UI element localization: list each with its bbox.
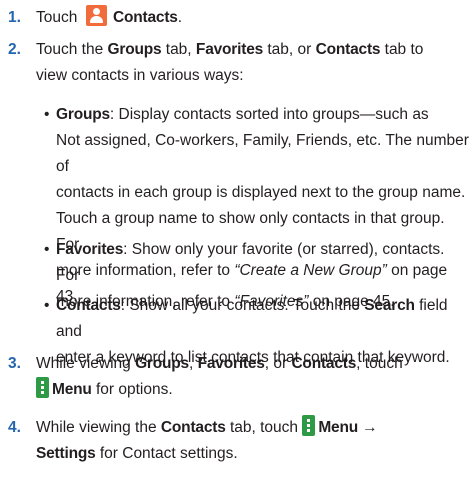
favorites-tab-label: Favorites [195,41,264,58]
bullet-term: Contacts [56,297,121,314]
settings-label: Settings [36,445,96,462]
bullet-dot: • [44,106,50,123]
menu-label: Menu [318,419,359,436]
bullet-dot: • [44,241,50,258]
step-number: 3. [8,355,21,372]
text-line: Settings for Contact settings. [36,445,238,462]
bullet-dot: • [44,297,50,314]
step-text: While viewing the Contacts tab, touch Me… [36,415,470,467]
text-line: While viewing Groups, Favorites, or Cont… [36,355,403,372]
text-line: Touch the Groups tab, Favorites tab, or … [36,41,424,58]
step-number: 1. [8,9,21,26]
instructions-page: 1. Touch Contacts. 2. Touch the Groups t… [0,0,474,480]
text-line: Menu for options. [36,377,470,403]
bullet-term: Groups [56,106,110,123]
step-number: 4. [8,419,21,436]
text-line: view contacts in various ways: [36,67,244,84]
contacts-label: Contacts [113,9,178,26]
menu-icon [302,415,316,436]
contacts-tab-label: Contacts [315,41,381,58]
text-line: Not assigned, Co-workers, Family, Friend… [56,132,469,175]
step-text: Touch the Groups tab, Favorites tab, or … [36,37,470,89]
menu-label: Menu [52,381,92,398]
arrow-icon: → [358,419,378,436]
contacts-icon [85,5,107,26]
text-line: While viewing the Contacts tab, touch Me… [36,415,470,441]
step-text: While viewing Groups, Favorites, or Cont… [36,351,470,403]
groups-tab-label: Groups [107,41,162,58]
text-line: contacts in each group is displayed next… [56,184,466,201]
menu-icon [36,377,49,398]
step-number: 2. [8,41,21,58]
bullet-term: Favorites [56,241,124,258]
step-text: Touch Contacts. [36,5,470,31]
search-field-label: Search [364,297,415,314]
